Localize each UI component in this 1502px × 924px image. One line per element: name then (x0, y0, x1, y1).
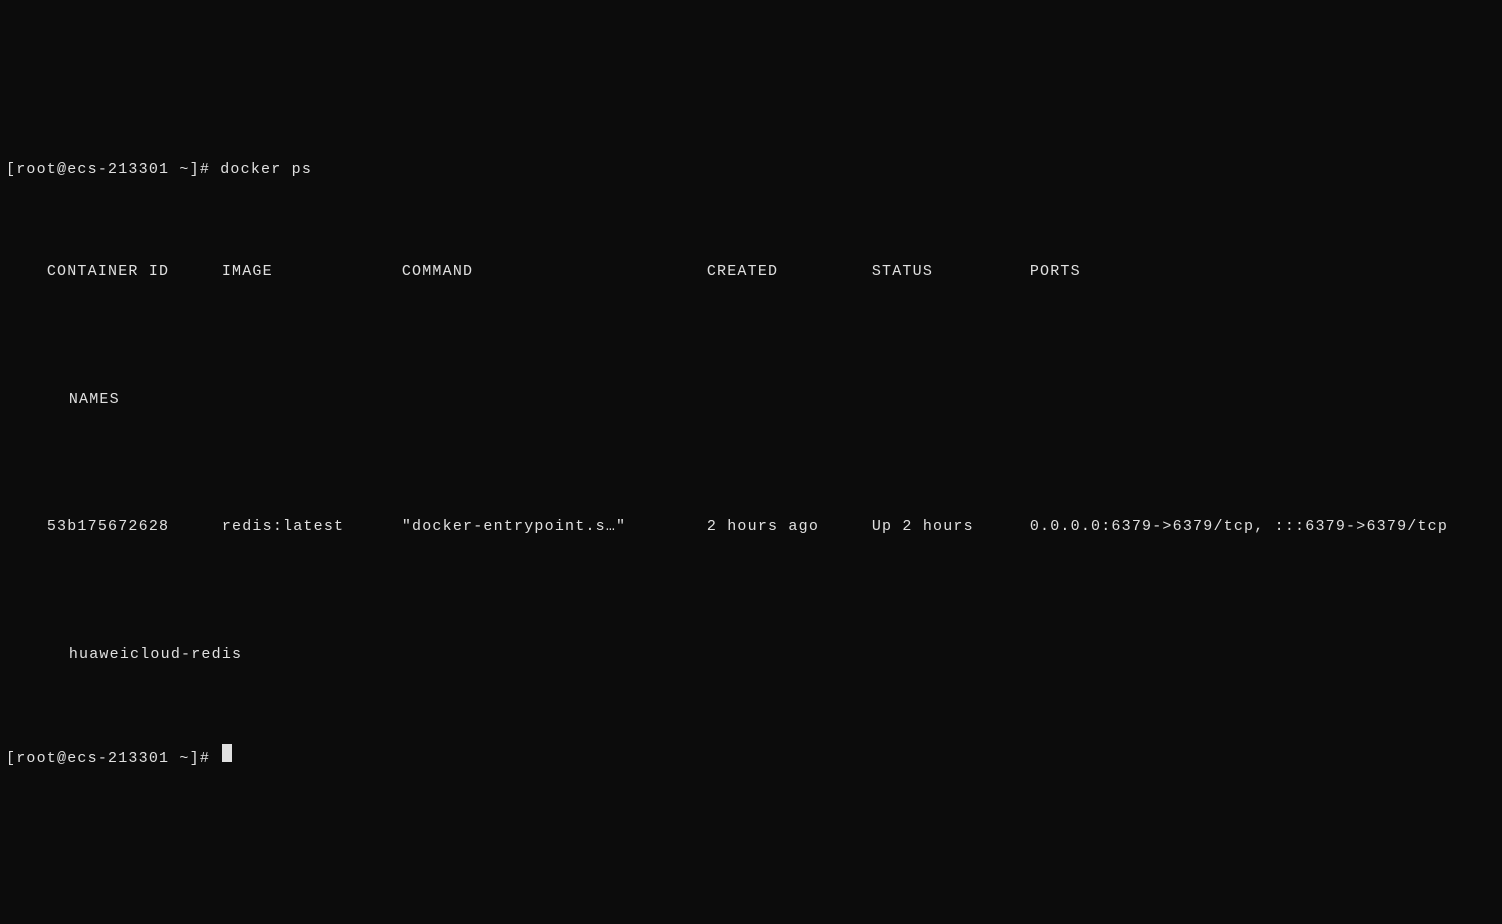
cell-names: huaweicloud-redis (69, 646, 242, 663)
header-command: COMMAND (402, 259, 707, 285)
cell-created: 2 hours ago (707, 514, 872, 540)
prompt-line-2[interactable]: [root@ecs-213301 ~]# (6, 744, 1496, 772)
cell-ports: 0.0.0.0:6379->6379/tcp, :::6379->6379/tc… (1030, 514, 1448, 540)
cell-status: Up 2 hours (872, 514, 1030, 540)
docker-ps-row: 53b175672628redis:latest"docker-entrypoi… (6, 489, 1496, 566)
header-created: CREATED (707, 259, 872, 285)
header-ports: PORTS (1030, 259, 1081, 285)
command-text: docker ps (220, 157, 312, 183)
cell-container-id: 53b175672628 (47, 514, 222, 540)
cell-image: redis:latest (222, 514, 402, 540)
shell-prompt: [root@ecs-213301 ~]# (6, 746, 220, 772)
header-image: IMAGE (222, 259, 402, 285)
terminal[interactable]: [root@ecs-213301 ~]# docker ps CONTAINER… (6, 106, 1496, 797)
docker-ps-row-names: huaweicloud-redis (6, 616, 1496, 693)
header-names: NAMES (69, 391, 120, 408)
docker-ps-header: CONTAINER IDIMAGECOMMANDCREATEDSTATUSPOR… (6, 234, 1496, 311)
shell-prompt: [root@ecs-213301 ~]# (6, 157, 220, 183)
prompt-line-1: [root@ecs-213301 ~]# docker ps (6, 157, 1496, 183)
header-container-id: CONTAINER ID (47, 259, 222, 285)
cursor-icon (222, 744, 232, 762)
docker-ps-header-names: NAMES (6, 361, 1496, 438)
cell-command: "docker-entrypoint.s…" (402, 514, 707, 540)
header-status: STATUS (872, 259, 1030, 285)
